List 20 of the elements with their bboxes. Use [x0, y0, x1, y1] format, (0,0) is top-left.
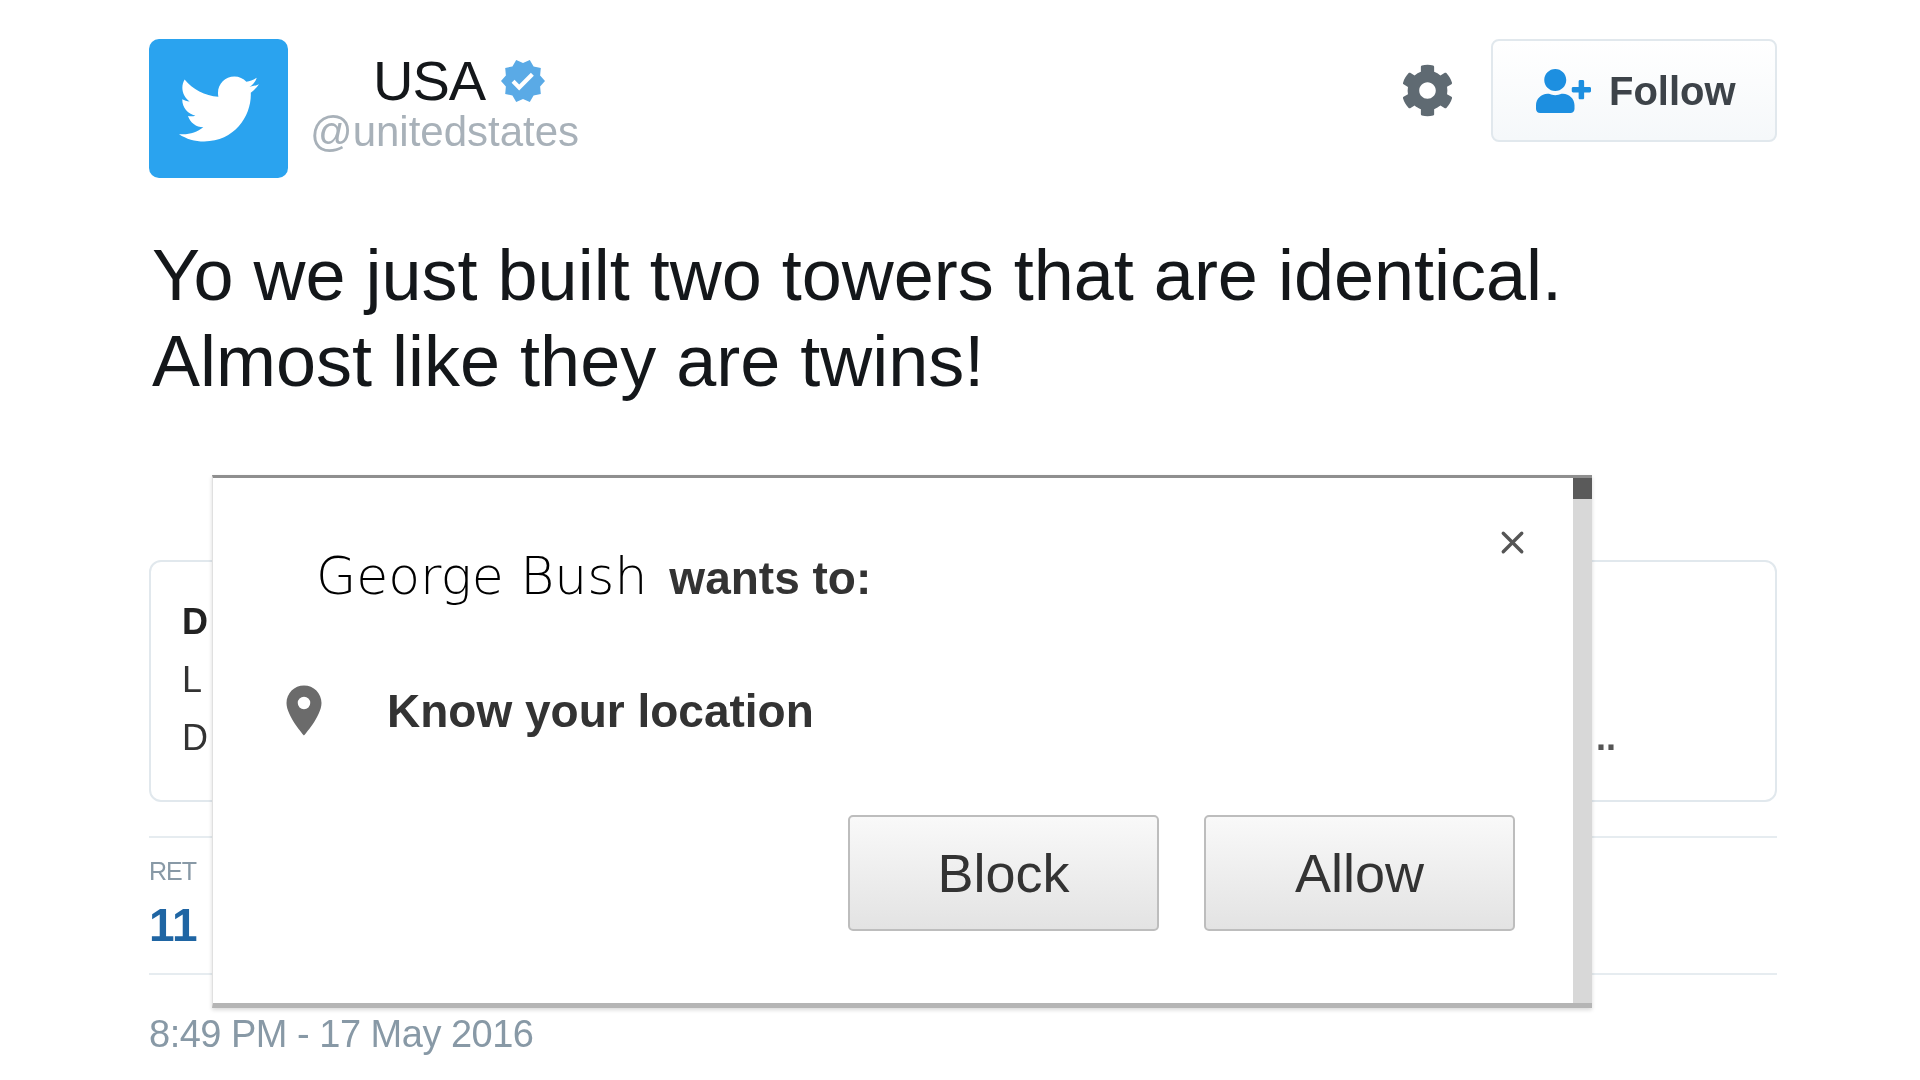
account-name: USA [373, 51, 486, 111]
card-text: L [182, 658, 203, 702]
stats-count: 11 [149, 900, 198, 950]
card-text: .. [1596, 716, 1616, 760]
settings-icon[interactable] [1401, 64, 1454, 117]
account-handle: @unitedstates [310, 109, 580, 155]
dialog-button[interactable]: Block [848, 815, 1159, 931]
card-text: D [182, 716, 208, 760]
tweet-text: Yo we just built two towers that are identical. Almost like they are twins! [151, 234, 1563, 403]
card-text: D [182, 600, 208, 644]
person-plus-icon [1536, 68, 1591, 113]
permission-text: Know your location [387, 683, 814, 738]
dialog-prompt: wants to: [669, 551, 872, 605]
dialog-button[interactable]: Allow [1204, 815, 1515, 931]
follow-button[interactable]: Follow [1491, 39, 1777, 142]
tweet-timestamp: 8:49 PM - 17 May 2016 [149, 1012, 534, 1056]
site-name: George Bush [316, 545, 648, 608]
bird-logo-icon [149, 39, 288, 178]
stats-label: RET [149, 856, 196, 886]
scrollbar[interactable] [1573, 478, 1592, 1003]
